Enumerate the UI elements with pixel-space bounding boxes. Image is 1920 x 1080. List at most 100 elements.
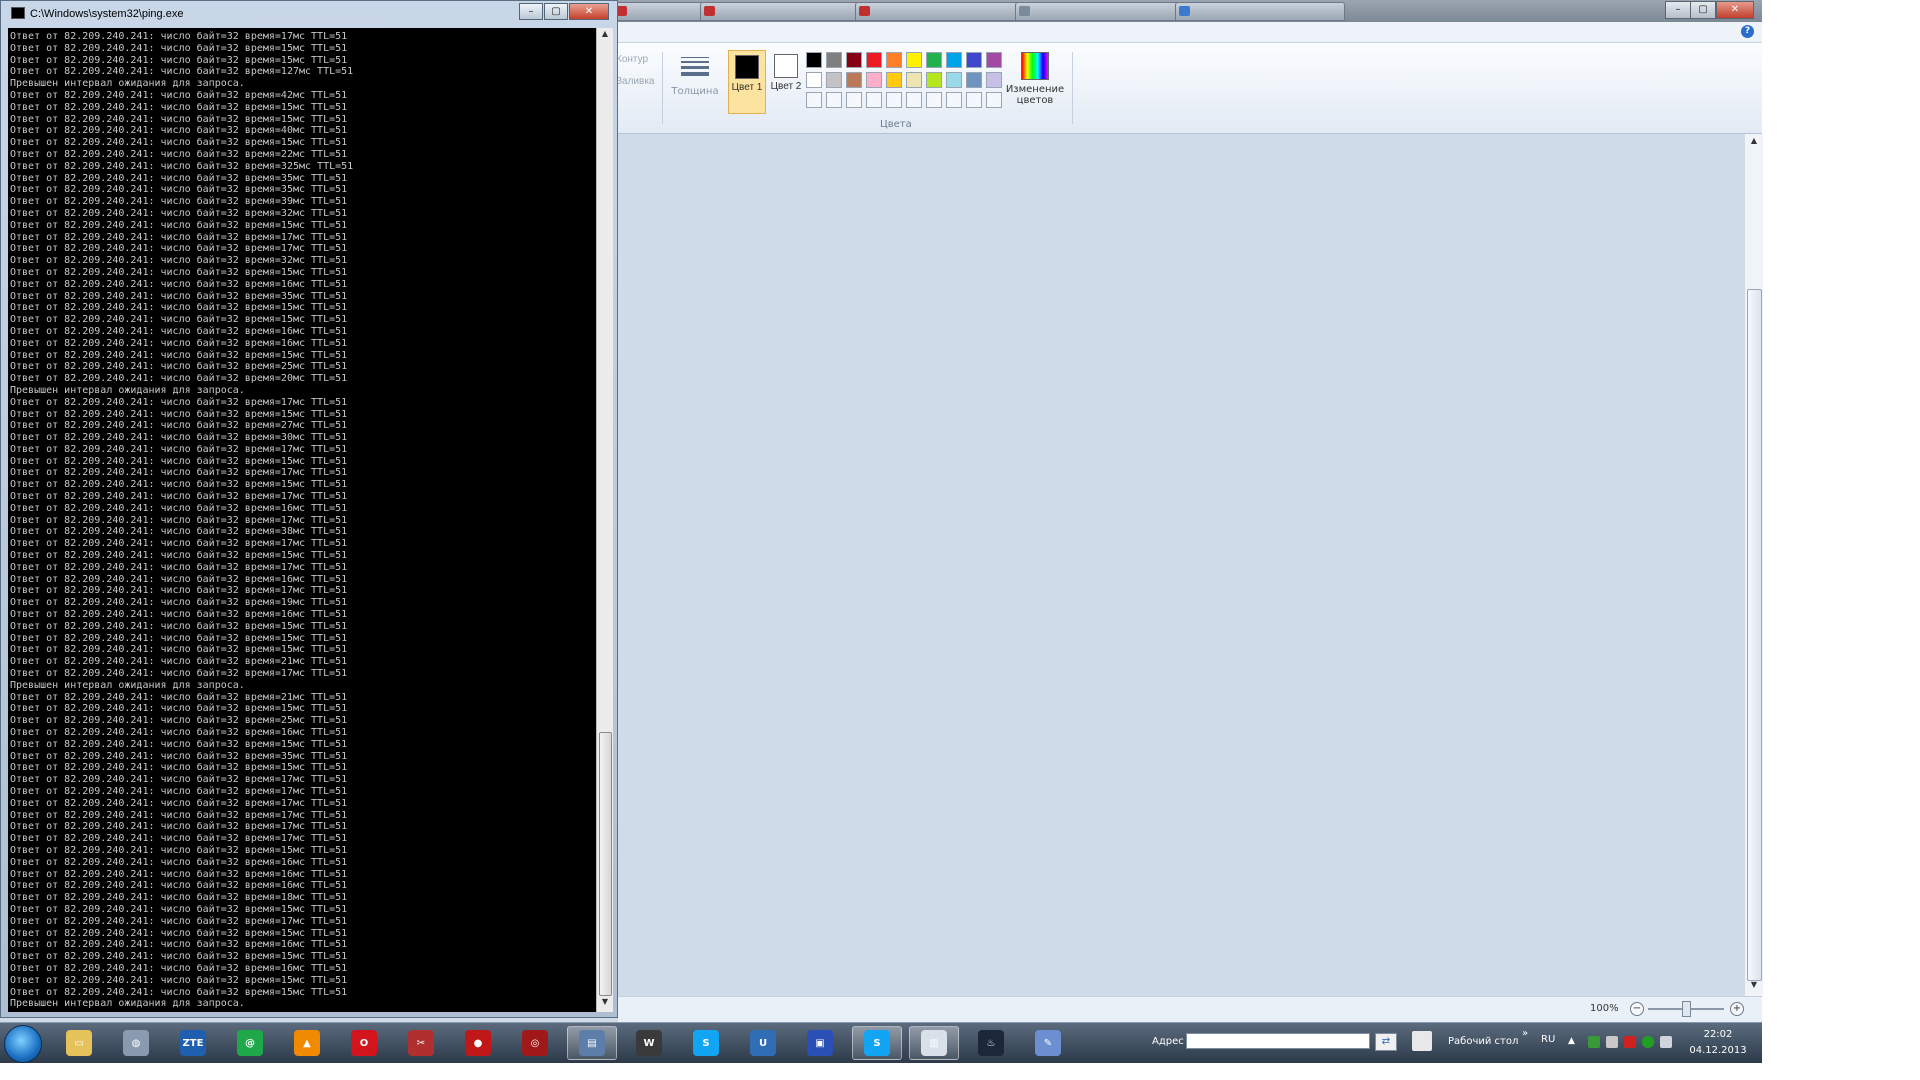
edit-colors-button[interactable]: Изменение цветов — [1004, 50, 1066, 114]
tray-alert-icon[interactable] — [1624, 1036, 1636, 1048]
desktop-toolbar-label[interactable]: Рабочий стол — [1448, 1036, 1518, 1047]
taskbar-console-window[interactable]: ▥ — [909, 1026, 959, 1060]
browser-tab-2[interactable] — [700, 2, 865, 21]
palette-color-swatch[interactable] — [966, 52, 982, 68]
palette-color-swatch[interactable] — [846, 92, 862, 108]
paint-minimize-button[interactable]: – — [1665, 1, 1691, 19]
palette-color-swatch[interactable] — [986, 72, 1002, 88]
paint-maximize-button[interactable]: ▢ — [1690, 1, 1716, 19]
zoom-in-icon[interactable]: + — [1730, 1002, 1744, 1016]
language-indicator[interactable]: RU — [1541, 1034, 1555, 1045]
palette-color-swatch[interactable] — [906, 92, 922, 108]
palette-color-swatch[interactable] — [886, 72, 902, 88]
toolbar-chevron[interactable]: » — [1522, 1028, 1528, 1039]
taskbar-aimp-player[interactable]: ▲ — [282, 1026, 332, 1060]
address-input[interactable] — [1186, 1033, 1370, 1049]
tray-expand-icon[interactable]: ▲ — [1568, 1036, 1580, 1048]
address-go-icon[interactable]: ⇄ — [1375, 1033, 1397, 1051]
taskbar-save-app[interactable]: ▣ — [795, 1026, 845, 1060]
taskbar-ladybug-app[interactable]: ● — [453, 1026, 503, 1060]
palette-color-swatch[interactable] — [926, 72, 942, 88]
palette-color-swatch[interactable] — [806, 92, 822, 108]
scroll-down-icon[interactable]: ▼ — [1745, 980, 1763, 994]
help-icon[interactable]: ? — [1741, 25, 1754, 38]
taskbar-network-globe[interactable]: ◍ — [111, 1026, 161, 1060]
paint-vertical-scrollbar[interactable]: ▲ ▼ — [1744, 134, 1763, 996]
console-minimize-button[interactable]: – — [519, 3, 543, 20]
zoom-slider-thumb[interactable] — [1682, 1001, 1691, 1017]
scroll-down-icon[interactable]: ▼ — [597, 997, 613, 1011]
palette-color-swatch[interactable] — [966, 72, 982, 88]
palette-color-swatch[interactable] — [986, 52, 1002, 68]
palette-color-swatch[interactable] — [826, 92, 842, 108]
console-line: Ответ от 82.209.240.241: число байт=32 в… — [10, 455, 348, 467]
zoom-out-icon[interactable]: − — [1630, 1002, 1644, 1016]
browser-tab-4[interactable] — [1015, 2, 1185, 21]
scroll-up-icon[interactable]: ▲ — [597, 29, 613, 43]
canvas-area[interactable] — [618, 134, 1744, 996]
palette-color-swatch[interactable] — [846, 52, 862, 68]
paint-close-button[interactable]: ✕ — [1716, 1, 1754, 19]
palette-color-swatch[interactable] — [806, 52, 822, 68]
console-line: Ответ от 82.209.240.241: число байт=32 в… — [10, 243, 348, 255]
taskbar-explorer-folder[interactable]: ▭ — [54, 1026, 104, 1060]
palette-color-swatch[interactable] — [826, 72, 842, 88]
console-line: Ответ от 82.209.240.241: число байт=32 в… — [10, 290, 348, 302]
tray-status-icon[interactable] — [1642, 1036, 1654, 1048]
taskbar-skype[interactable]: S — [681, 1026, 731, 1060]
browser-tab-5[interactable] — [1175, 2, 1345, 21]
console-scrollbar[interactable]: ▲ ▼ — [596, 28, 613, 1012]
palette-color-swatch[interactable] — [886, 52, 902, 68]
taskbar-paint-app[interactable]: ▤ — [567, 1026, 617, 1060]
taskbar-uplay[interactable]: U — [738, 1026, 788, 1060]
palette-color-swatch[interactable] — [846, 72, 862, 88]
taskbar-zte-modem[interactable]: ZTE — [168, 1026, 218, 1060]
outline-dropdown[interactable]: Контур — [616, 54, 648, 65]
browser-tab-3[interactable] — [855, 2, 1025, 21]
browser-tab-1[interactable] — [612, 2, 712, 21]
console-close-button[interactable]: ✕ — [569, 3, 609, 20]
taskbar-opera-browser[interactable]: O — [339, 1026, 389, 1060]
taskbar-mail-agent[interactable]: @ — [225, 1026, 275, 1060]
palette-color-swatch[interactable] — [886, 92, 902, 108]
console-maximize-button[interactable]: ▢ — [544, 3, 568, 20]
taskbar-radar-app[interactable]: ◎ — [510, 1026, 560, 1060]
console-line: Ответ от 82.209.240.241: число байт=32 в… — [10, 101, 348, 113]
palette-color-swatch[interactable] — [906, 52, 922, 68]
color2-button[interactable]: Цвет 2 — [768, 50, 804, 112]
system-clock[interactable]: 22:02 04.12.2013 — [1680, 1027, 1756, 1059]
scrollbar-thumb[interactable] — [1747, 289, 1762, 981]
palette-color-swatch[interactable] — [946, 92, 962, 108]
taskbar-steam[interactable]: ♨ — [966, 1026, 1016, 1060]
palette-color-swatch[interactable] — [906, 72, 922, 88]
palette-color-swatch[interactable] — [966, 92, 982, 108]
palette-color-swatch[interactable] — [926, 92, 942, 108]
palette-color-swatch[interactable] — [866, 52, 882, 68]
start-button[interactable] — [4, 1025, 42, 1063]
palette-color-swatch[interactable] — [826, 52, 842, 68]
palette-color-swatch[interactable] — [926, 52, 942, 68]
fill-dropdown[interactable]: Заливка — [616, 76, 655, 87]
palette-color-swatch[interactable] — [986, 92, 1002, 108]
palette-color-swatch[interactable] — [946, 72, 962, 88]
scroll-up-icon[interactable]: ▲ — [1745, 136, 1763, 150]
console-line: Ответ от 82.209.240.241: число байт=32 в… — [10, 255, 348, 267]
palette-color-swatch[interactable] — [866, 72, 882, 88]
network-icon[interactable] — [1606, 1036, 1618, 1048]
color1-button[interactable]: Цвет 1 — [728, 50, 766, 114]
volume-icon[interactable] — [1660, 1036, 1672, 1048]
palette-color-swatch[interactable] — [946, 52, 962, 68]
taskbar-world-of-tanks[interactable]: W — [624, 1026, 674, 1060]
console-scrollbar-thumb[interactable] — [599, 732, 612, 996]
palette-color-swatch[interactable] — [806, 72, 822, 88]
handwriting-icon[interactable] — [1412, 1031, 1432, 1051]
console-output[interactable]: Ответ от 82.209.240.241: число байт=32 в… — [8, 28, 596, 1012]
taskbar-paint-brush[interactable]: ✎ — [1023, 1026, 1073, 1060]
taskbar-tool-app[interactable]: ✂ — [396, 1026, 446, 1060]
thickness-button[interactable]: Толщина — [667, 52, 723, 114]
palette-color-swatch[interactable] — [866, 92, 882, 108]
color1-swatch — [735, 55, 759, 79]
taskbar-skype-2[interactable]: S — [852, 1026, 902, 1060]
tray-app-icon[interactable] — [1588, 1036, 1600, 1048]
console-line: Ответ от 82.209.240.241: число байт=32 в… — [10, 538, 348, 550]
